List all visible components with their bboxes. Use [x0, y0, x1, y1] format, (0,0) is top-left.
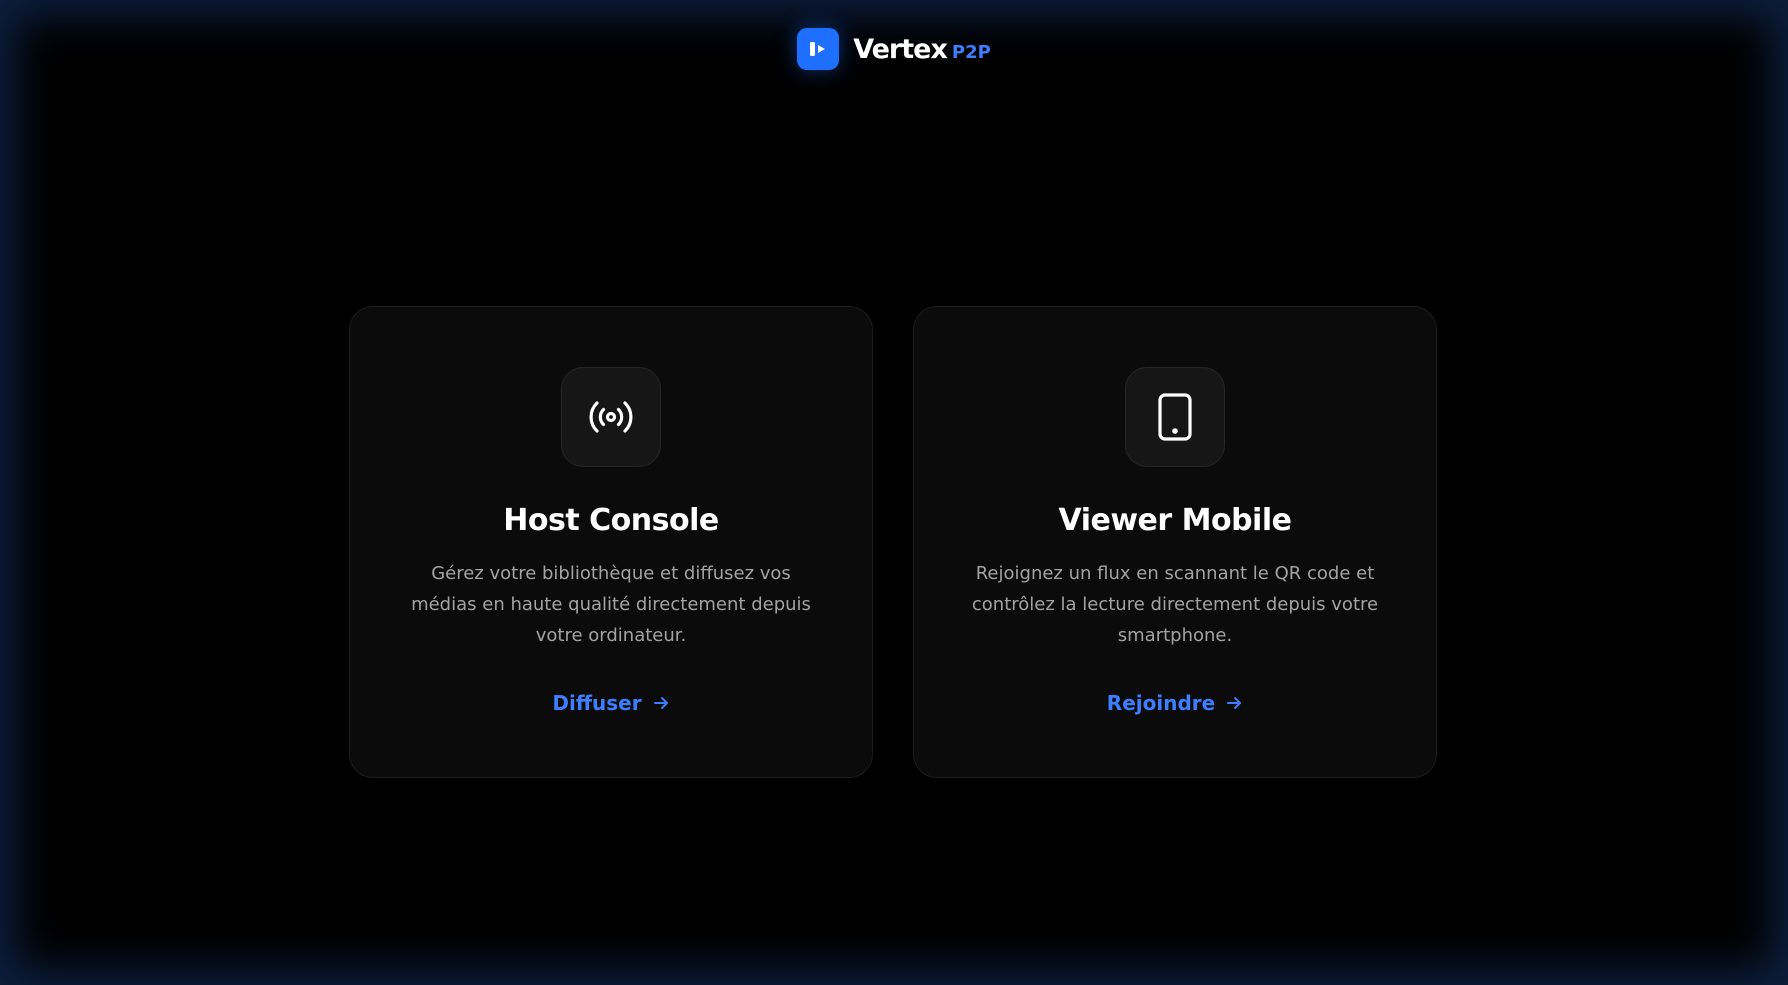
viewer-mobile-card[interactable]: Viewer Mobile Rejoignez un flux en scann… — [913, 306, 1437, 778]
header: Vertex P2P — [0, 28, 1788, 70]
arrow-right-icon — [1227, 697, 1242, 709]
card-title: Viewer Mobile — [1058, 503, 1292, 538]
smartphone-icon — [1158, 393, 1192, 441]
host-icon-box — [561, 367, 661, 467]
play-icon — [810, 42, 826, 56]
logo[interactable] — [797, 28, 840, 70]
arrow-right-icon — [653, 697, 668, 709]
brand: Vertex P2P — [853, 34, 991, 65]
card-title: Host Console — [503, 503, 719, 538]
diffuser-link[interactable]: Diffuser — [552, 691, 669, 715]
brand-suffix: P2P — [951, 41, 991, 63]
card-description: Gérez votre bibliothèque et diffusez vos… — [411, 563, 811, 646]
mode-cards: Host Console Gérez votre bibliothèque et… — [349, 306, 1437, 778]
host-console-card[interactable]: Host Console Gérez votre bibliothèque et… — [349, 306, 873, 778]
card-description: Rejoignez un flux en scannant le QR code… — [971, 563, 1379, 646]
rejoindre-link[interactable]: Rejoindre — [1107, 691, 1243, 715]
action-label: Diffuser — [552, 691, 642, 715]
viewer-icon-box — [1125, 367, 1225, 467]
brand-name: Vertex — [853, 33, 948, 65]
broadcast-icon — [589, 401, 633, 433]
action-label: Rejoindre — [1106, 691, 1216, 715]
